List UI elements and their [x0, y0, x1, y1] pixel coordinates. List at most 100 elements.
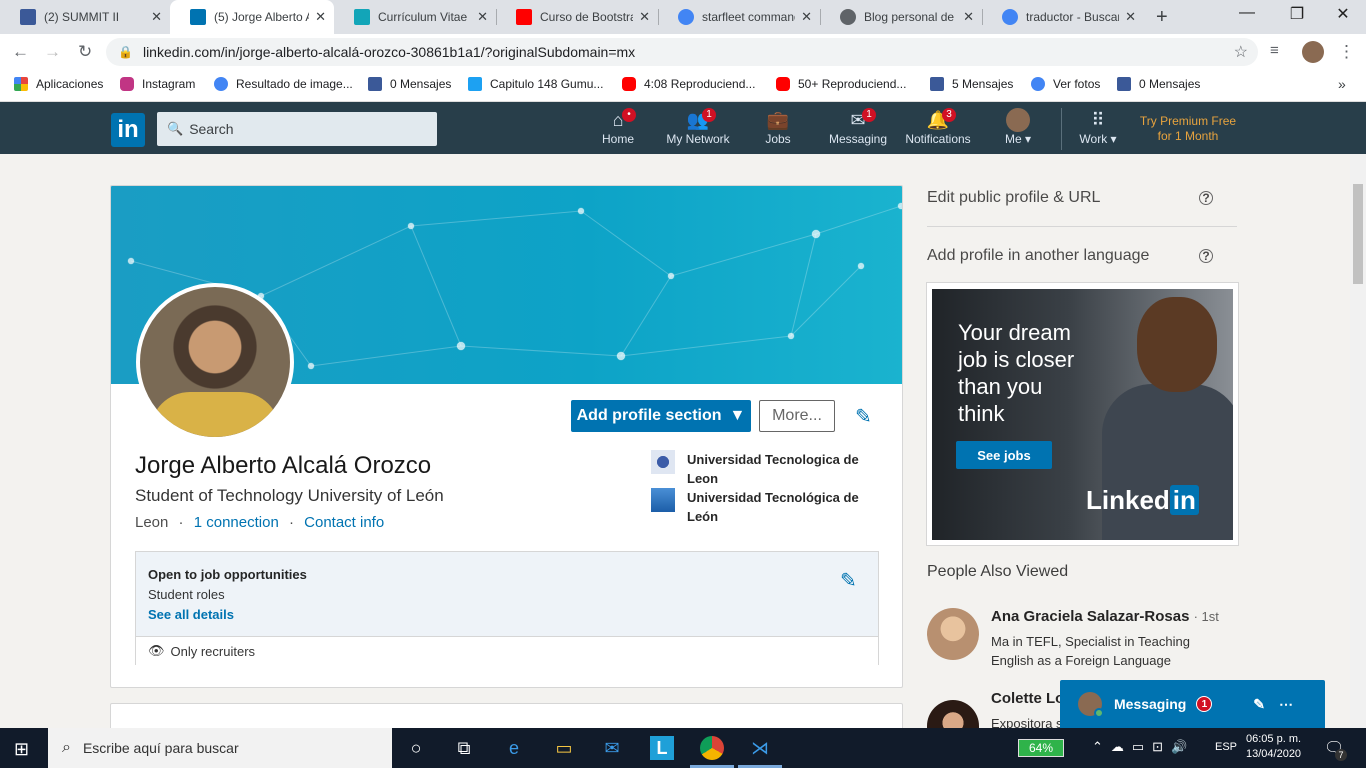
bookmark-label: 5 Mensajes: [952, 77, 1014, 91]
more-button[interactable]: More...: [759, 400, 835, 432]
bookmark-item[interactable]: Capitulo 148 Gumu...: [468, 77, 603, 91]
wordmark-in: in: [1169, 485, 1199, 515]
back-icon[interactable]: ←: [12, 42, 29, 62]
search-input[interactable]: 🔍 Search: [157, 112, 437, 146]
mail-icon[interactable]: ✉: [600, 736, 624, 760]
task-view-icon[interactable]: ⧉: [452, 736, 476, 760]
bookmark-item[interactable]: Ver fotos: [1031, 77, 1100, 91]
premium-line1: Try Premium Free: [1139, 114, 1237, 128]
bookmark-item[interactable]: Resultado de image...: [214, 77, 353, 91]
vscode-icon[interactable]: ⋊: [748, 736, 772, 760]
browser-tab-active[interactable]: (5) Jorge Alberto A ✕: [170, 0, 334, 34]
close-tab-icon[interactable]: ✕: [801, 9, 812, 25]
nav-home[interactable]: ⌂ • Home: [578, 108, 658, 146]
help-icon[interactable]: ?: [1199, 191, 1213, 205]
close-tab-icon[interactable]: ✕: [1125, 9, 1136, 25]
maximize-icon[interactable]: ❐: [1274, 4, 1320, 24]
nav-my-network[interactable]: 👥 1 My Network: [658, 108, 738, 146]
google-icon: [1031, 77, 1045, 91]
profile-photo[interactable]: [136, 283, 294, 441]
time: 06:05 p. m.: [1246, 733, 1302, 745]
edit-public-profile-link[interactable]: Edit public profile & URL?: [927, 170, 1237, 227]
system-tray-icons[interactable]: ⌃☁▭⊡🔊: [1092, 739, 1195, 755]
education-item[interactable]: Universidad Tecnologica de Leon: [651, 450, 881, 488]
education-item[interactable]: Universidad Tecnológica de León: [651, 488, 881, 526]
browser-tab[interactable]: Blog personal de J ✕: [820, 0, 982, 34]
close-window-icon[interactable]: ✕: [1320, 4, 1366, 24]
clock[interactable]: 06:05 p. m. 13/04/2020: [1246, 732, 1301, 762]
nav-me[interactable]: Me ▾: [978, 108, 1058, 146]
compose-and-more-icons[interactable]: ✎⋯: [1253, 696, 1307, 713]
bookmark-item[interactable]: 0 Mensajes: [1117, 77, 1200, 91]
linkedin-icon: [190, 9, 206, 25]
close-tab-icon[interactable]: ✕: [315, 9, 326, 25]
pencil-icon[interactable]: ✎: [855, 404, 872, 429]
close-tab-icon[interactable]: ✕: [477, 9, 488, 25]
facebook-icon: [368, 77, 382, 91]
ad-person-head: [1137, 297, 1217, 392]
bookmark-item[interactable]: 50+ Reproduciend...: [776, 77, 906, 91]
job-title: Open to job opportunities: [148, 567, 307, 582]
notification-count: 7: [1335, 749, 1347, 761]
contact-info-link[interactable]: Contact info: [304, 514, 384, 531]
file-explorer-icon[interactable]: ▭: [552, 736, 576, 760]
profile-avatar[interactable]: [1302, 41, 1324, 63]
profile-name: Jorge Alberto Alcalá Orozco: [135, 452, 432, 479]
scrollbar-thumb[interactable]: [1353, 184, 1363, 284]
linkedin-logo[interactable]: in: [111, 113, 145, 147]
messaging-bar[interactable]: Messaging 1 ✎⋯: [1060, 680, 1325, 728]
help-icon[interactable]: ?: [1199, 248, 1213, 263]
close-tab-icon[interactable]: ✕: [963, 9, 974, 25]
bookmark-item[interactable]: 5 Mensajes: [930, 77, 1013, 91]
address-bar[interactable]: 🔒 linkedin.com/in/jorge-alberto-alcalá-o…: [106, 38, 1258, 66]
reload-icon[interactable]: ↻: [78, 42, 92, 62]
browser-tab[interactable]: starfleet command ✕: [658, 0, 820, 34]
browser-tab[interactable]: Currículum Vitae ✕: [334, 0, 496, 34]
page-scrollbar[interactable]: [1350, 154, 1366, 728]
menu-kebab-icon[interactable]: ⋮: [1338, 42, 1355, 62]
bookmark-item[interactable]: 0 Mensajes: [368, 77, 451, 91]
bookmark-item[interactable]: Instagram: [120, 77, 195, 91]
browser-tab[interactable]: (2) SUMMIT II ✕: [0, 0, 170, 34]
see-all-details-link[interactable]: See all details: [148, 607, 234, 622]
jobs-ad[interactable]: Your dream job is closer than you think …: [926, 282, 1239, 546]
instagram-icon: [120, 77, 134, 91]
cortana-icon[interactable]: ○: [404, 736, 428, 760]
windows-start-icon[interactable]: ⊞: [14, 739, 29, 760]
bookmark-item[interactable]: 4:08 Reproduciend...: [622, 77, 755, 91]
open-to-work-box: Open to job opportunities Student roles …: [135, 551, 879, 665]
language-indicator[interactable]: ESP: [1215, 741, 1237, 753]
browser-tab[interactable]: Curso de Bootstrap ✕: [496, 0, 658, 34]
taskbar-search[interactable]: ⌕ Escribe aquí para buscar: [48, 728, 392, 768]
browser-tab-strip: (2) SUMMIT II ✕ (5) Jorge Alberto A ✕ Cu…: [0, 0, 1366, 34]
close-tab-icon[interactable]: ✕: [639, 9, 650, 25]
chrome-icon[interactable]: [700, 736, 724, 760]
nav-work[interactable]: ⠿ Work ▾: [1058, 108, 1138, 147]
nav-label: Messaging: [828, 132, 888, 146]
add-language-link[interactable]: Add profile in another language?: [927, 227, 1237, 284]
nav-jobs[interactable]: 💼 Jobs: [738, 108, 818, 147]
close-tab-icon[interactable]: ✕: [151, 9, 162, 25]
connections-link[interactable]: 1 connection: [194, 514, 279, 531]
new-tab-icon[interactable]: +: [1156, 6, 1168, 29]
minimize-icon[interactable]: —: [1224, 4, 1270, 22]
nav-messaging[interactable]: ✉ 1 Messaging: [818, 108, 898, 146]
edge-icon[interactable]: e: [502, 736, 526, 760]
nav-notifications[interactable]: 🔔 3 Notifications: [898, 108, 978, 146]
browser-tab[interactable]: traductor - Buscar ✕: [982, 0, 1144, 34]
bookmark-item[interactable]: Aplicaciones: [14, 77, 103, 91]
location: Leon: [135, 514, 169, 531]
see-jobs-button[interactable]: See jobs: [956, 441, 1052, 469]
forward-icon[interactable]: →: [44, 42, 61, 62]
app-l-icon[interactable]: L: [650, 736, 674, 760]
pencil-icon[interactable]: ✎: [840, 568, 857, 593]
youtube-icon: [516, 9, 532, 25]
premium-link[interactable]: Try Premium Free for 1 Month: [1132, 114, 1244, 144]
bookmark-star-icon[interactable]: ☆: [1234, 42, 1248, 62]
add-profile-section-button[interactable]: Add profile section ▼: [571, 400, 751, 432]
windows-taskbar: ⊞ ⌕ Escribe aquí para buscar ○ ⧉ e ▭ ✉ L…: [0, 728, 1366, 768]
grid-icon: ⠿: [1091, 109, 1105, 130]
media-control-icon[interactable]: ≡: [1270, 42, 1279, 59]
battery-indicator[interactable]: 64%: [1018, 739, 1064, 757]
more-bookmarks-icon[interactable]: »: [1338, 76, 1346, 92]
